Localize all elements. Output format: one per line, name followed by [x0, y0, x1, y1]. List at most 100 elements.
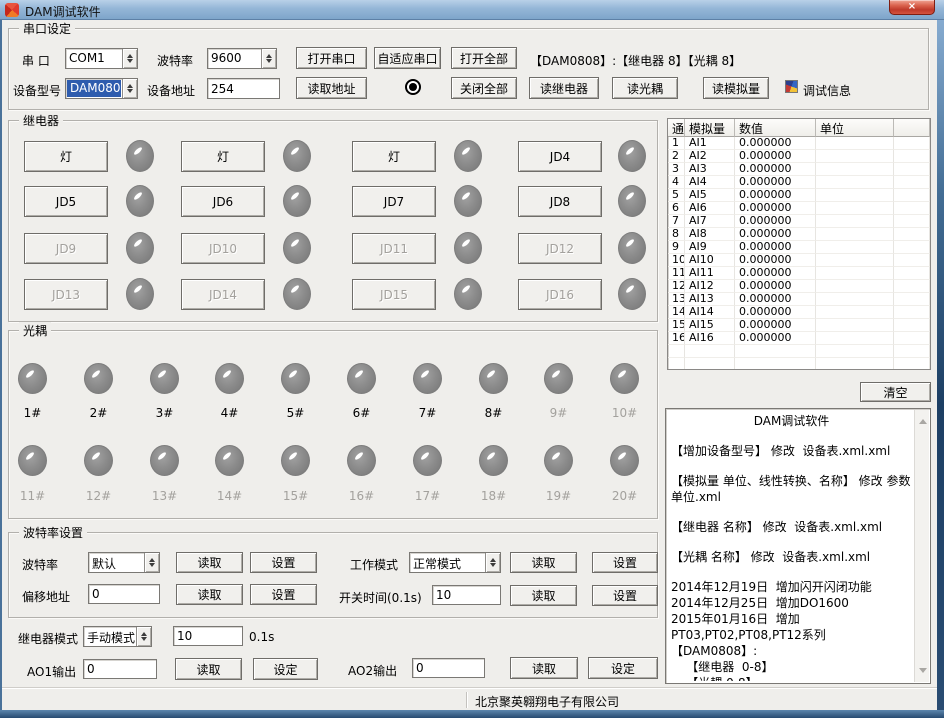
relay-button-8[interactable]: JD8 — [518, 186, 602, 217]
close-button[interactable]: × — [889, 0, 935, 15]
ao1-input[interactable] — [83, 659, 157, 679]
table-row[interactable]: 13AI130.000000 — [668, 293, 930, 306]
dropdown-button[interactable] — [144, 553, 159, 572]
relay-button-2[interactable]: 灯 — [181, 141, 265, 172]
table-cell: AI14 — [685, 306, 735, 319]
work-mode-set-button[interactable]: 设置 — [592, 552, 658, 573]
table-row[interactable]: 4AI40.000000 — [668, 176, 930, 189]
relay-button-15: JD15 — [352, 279, 436, 310]
table-cell — [894, 202, 930, 215]
opto-label-14: 14# — [207, 489, 252, 503]
table-row[interactable]: 5AI50.000000 — [668, 189, 930, 202]
ao2-input[interactable] — [412, 658, 485, 678]
table-row[interactable]: 10AI100.000000 — [668, 254, 930, 267]
ao2-set-button[interactable]: 设定 — [588, 657, 658, 679]
table-row[interactable]: 12AI120.000000 — [668, 280, 930, 293]
table-row[interactable]: 15AI150.000000 — [668, 319, 930, 332]
table-cell: 1 — [668, 137, 685, 150]
table-cell — [894, 319, 930, 332]
table-cell — [668, 345, 685, 358]
read-analog-button[interactable]: 读模拟量 — [703, 77, 769, 99]
table-row[interactable]: 16AI160.000000 — [668, 332, 930, 345]
baud-rate-combo[interactable]: 9600 — [207, 48, 277, 69]
device-summary: 【DAM0808】:【继电器 8】【光耦 8】 — [530, 52, 741, 69]
read-relay-button[interactable]: 读继电器 — [529, 77, 599, 99]
dropdown-button[interactable] — [261, 49, 276, 68]
relay-led-8 — [618, 185, 646, 217]
baud-set-button[interactable]: 设置 — [250, 552, 317, 573]
opto-label-4: 4# — [207, 406, 252, 420]
offset-read-button[interactable]: 读取 — [176, 584, 243, 605]
info-scrollbar[interactable] — [914, 410, 929, 682]
dropdown-button[interactable] — [122, 79, 137, 98]
device-address-input[interactable] — [207, 78, 280, 99]
dropdown-button[interactable] — [122, 49, 137, 68]
ao2-read-button[interactable]: 读取 — [510, 657, 578, 679]
table-cell — [816, 163, 894, 176]
info-line: 【增加设备型号】 修改 设备表.xml.xml — [671, 443, 912, 459]
relay-button-3[interactable]: 灯 — [352, 141, 436, 172]
table-cell: 0.000000 — [735, 267, 816, 280]
window-frame-right — [937, 20, 944, 718]
scroll-down-icon[interactable] — [919, 668, 927, 677]
table-row[interactable]: 7AI70.000000 — [668, 215, 930, 228]
table-cell: AI13 — [685, 293, 735, 306]
column-header-1[interactable]: 通 — [668, 119, 685, 137]
relay-time-input[interactable] — [173, 626, 243, 646]
table-row[interactable]: 6AI60.000000 — [668, 202, 930, 215]
ao1-set-button[interactable]: 设定 — [253, 658, 318, 680]
table-row[interactable]: 8AI80.000000 — [668, 228, 930, 241]
column-header-3[interactable]: 数值 — [735, 119, 816, 137]
dropdown-button[interactable] — [136, 627, 151, 646]
adaptive-port-button[interactable]: 自适应串口 — [374, 47, 441, 69]
table-row[interactable]: 2AI20.000000 — [668, 150, 930, 163]
table-cell: 9 — [668, 241, 685, 254]
column-header-2[interactable]: 模拟量 — [685, 119, 735, 137]
offset-address-input[interactable] — [88, 584, 160, 604]
table-cell — [894, 332, 930, 345]
column-header-5[interactable] — [894, 119, 930, 137]
offset-set-button[interactable]: 设置 — [250, 584, 317, 605]
table-row[interactable]: 3AI30.000000 — [668, 163, 930, 176]
baud-read-button[interactable]: 读取 — [176, 552, 243, 573]
work-mode-read-button[interactable]: 读取 — [510, 552, 577, 573]
serial-port-combo[interactable]: COM1 — [65, 48, 138, 69]
open-port-button[interactable]: 打开串口 — [296, 47, 367, 69]
switch-time-input[interactable] — [432, 585, 501, 605]
relay-button-11: JD11 — [352, 233, 436, 264]
opto-label-8: 8# — [471, 406, 516, 420]
open-all-button[interactable]: 打开全部 — [451, 47, 517, 69]
clear-button[interactable]: 清空 — [860, 382, 931, 402]
column-header-4[interactable]: 单位 — [816, 119, 894, 137]
ao1-read-button[interactable]: 读取 — [175, 658, 242, 680]
relay-button-1[interactable]: 灯 — [24, 141, 108, 172]
relay-button-4[interactable]: JD4 — [518, 141, 602, 172]
read-address-button[interactable]: 读取地址 — [296, 77, 367, 99]
relay-led-1 — [126, 140, 154, 172]
table-row[interactable]: 9AI90.000000 — [668, 241, 930, 254]
table-cell: AI15 — [685, 319, 735, 332]
baud-setting-combo[interactable]: 默认 — [88, 552, 160, 573]
table-row[interactable]: 14AI140.000000 — [668, 306, 930, 319]
table-row[interactable]: 11AI110.000000 — [668, 267, 930, 280]
table-row[interactable]: 1AI10.000000 — [668, 137, 930, 150]
scroll-up-icon[interactable] — [919, 415, 927, 424]
device-model-combo[interactable]: DAM0808 — [65, 78, 138, 99]
offset-address-label: 偏移地址 — [22, 588, 70, 605]
device-model-value: DAM0808 — [67, 80, 121, 97]
relay-button-6[interactable]: JD6 — [181, 186, 265, 217]
opto-label-7: 7# — [405, 406, 450, 420]
read-opto-button[interactable]: 读光耦 — [612, 77, 678, 99]
close-all-button[interactable]: 关闭全部 — [451, 77, 517, 99]
switch-time-read-button[interactable]: 读取 — [510, 585, 577, 606]
dropdown-button[interactable] — [485, 553, 500, 572]
baud-setting-label: 波特率 — [22, 556, 58, 573]
table-cell: AI5 — [685, 189, 735, 202]
relay-button-7[interactable]: JD7 — [352, 186, 436, 217]
relay-mode-combo[interactable]: 手动模式 — [83, 626, 152, 647]
opto-led-6 — [347, 363, 376, 394]
switch-time-set-button[interactable]: 设置 — [592, 585, 658, 606]
table-cell — [894, 293, 930, 306]
relay-button-5[interactable]: JD5 — [24, 186, 108, 217]
work-mode-combo[interactable]: 正常模式 — [409, 552, 501, 573]
